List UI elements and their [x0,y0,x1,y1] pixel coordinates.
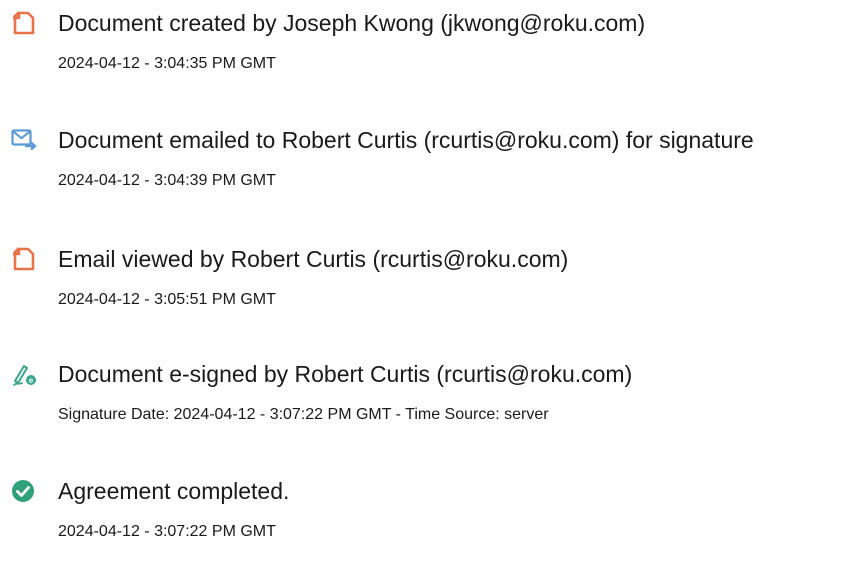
event-title: Document emailed to Robert Curtis (rcurt… [58,127,754,153]
email-sent-icon [11,127,37,153]
svg-text:e: e [29,376,34,385]
event-title: Email viewed by Robert Curtis (rcurtis@r… [58,246,569,272]
agreement-completed-icon [11,478,37,504]
document-created-icon [11,10,37,36]
event-timestamp: 2024-04-12 - 3:05:51 PM GMT [58,291,276,308]
event-title: Document created by Joseph Kwong (jkwong… [58,10,646,36]
event-title: Document e-signed by Robert Curtis (rcur… [58,361,633,387]
e-signature-icon: e [11,361,37,387]
audit-event-signed: e Document e-signed by Robert Curtis (rc… [0,360,865,450]
document-viewed-icon [11,246,37,272]
audit-event-viewed: Email viewed by Robert Curtis (rcurtis@r… [0,245,865,335]
audit-event-created: Document created by Joseph Kwong (jkwong… [0,9,865,99]
audit-event-emailed: Document emailed to Robert Curtis (rcurt… [0,126,865,216]
event-timestamp: 2024-04-12 - 3:07:22 PM GMT [58,523,276,540]
event-timestamp: 2024-04-12 - 3:04:39 PM GMT [58,172,276,189]
event-timestamp: Signature Date: 2024-04-12 - 3:07:22 PM … [58,406,549,423]
event-title: Agreement completed. [58,478,290,504]
event-timestamp: 2024-04-12 - 3:04:35 PM GMT [58,55,276,72]
audit-event-completed: Agreement completed. 2024-04-12 - 3:07:2… [0,477,865,567]
